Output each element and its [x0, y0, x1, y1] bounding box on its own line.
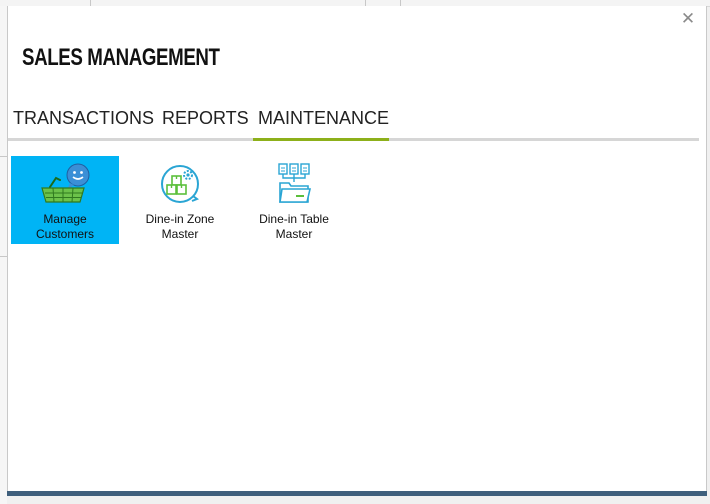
tab-bar: TRANSACTIONS REPORTS MAINTENANCE [8, 106, 698, 142]
tab-transactions[interactable]: TRANSACTIONS [13, 108, 154, 129]
background-divider [0, 256, 7, 257]
page-title: SALES MANAGEMENT [22, 44, 220, 71]
manage-customers-icon [11, 160, 119, 208]
tile-label-line: Master [161, 227, 199, 241]
background-divider [0, 156, 7, 157]
tab-maintenance[interactable]: MAINTENANCE [258, 108, 389, 129]
close-button[interactable]: ✕ [680, 9, 696, 28]
tile-label-line: Dine-in Zone [145, 212, 215, 226]
dine-in-zone-master-label: Dine-in Zone Master [126, 212, 234, 242]
dine-in-zone-icon [126, 160, 234, 208]
dialog-bottom-border [7, 491, 707, 496]
dine-in-zone-master-tile[interactable]: Dine-in Zone Master [126, 156, 234, 244]
tile-label-line: Customers [35, 227, 94, 241]
background-app-edge [0, 6, 7, 504]
dine-in-table-icon [240, 160, 348, 208]
tile-label-line: Dine-in Table [259, 212, 329, 226]
sales-management-dialog: ✕ SALES MANAGEMENT TRANSACTIONS REPORTS … [7, 6, 707, 496]
close-icon: ✕ [680, 9, 696, 28]
active-tab-indicator [253, 138, 389, 141]
manage-customers-tile[interactable]: Manage Customers [11, 156, 119, 244]
dine-in-table-master-label: Dine-in Table Master [240, 212, 348, 242]
tile-label-line: Manage [43, 212, 87, 226]
dine-in-table-master-tile[interactable]: Dine-in Table Master [240, 156, 348, 244]
tab-reports[interactable]: REPORTS [162, 108, 249, 129]
tile-label-line: Master [275, 227, 313, 241]
manage-customers-label: Manage Customers [11, 212, 119, 242]
